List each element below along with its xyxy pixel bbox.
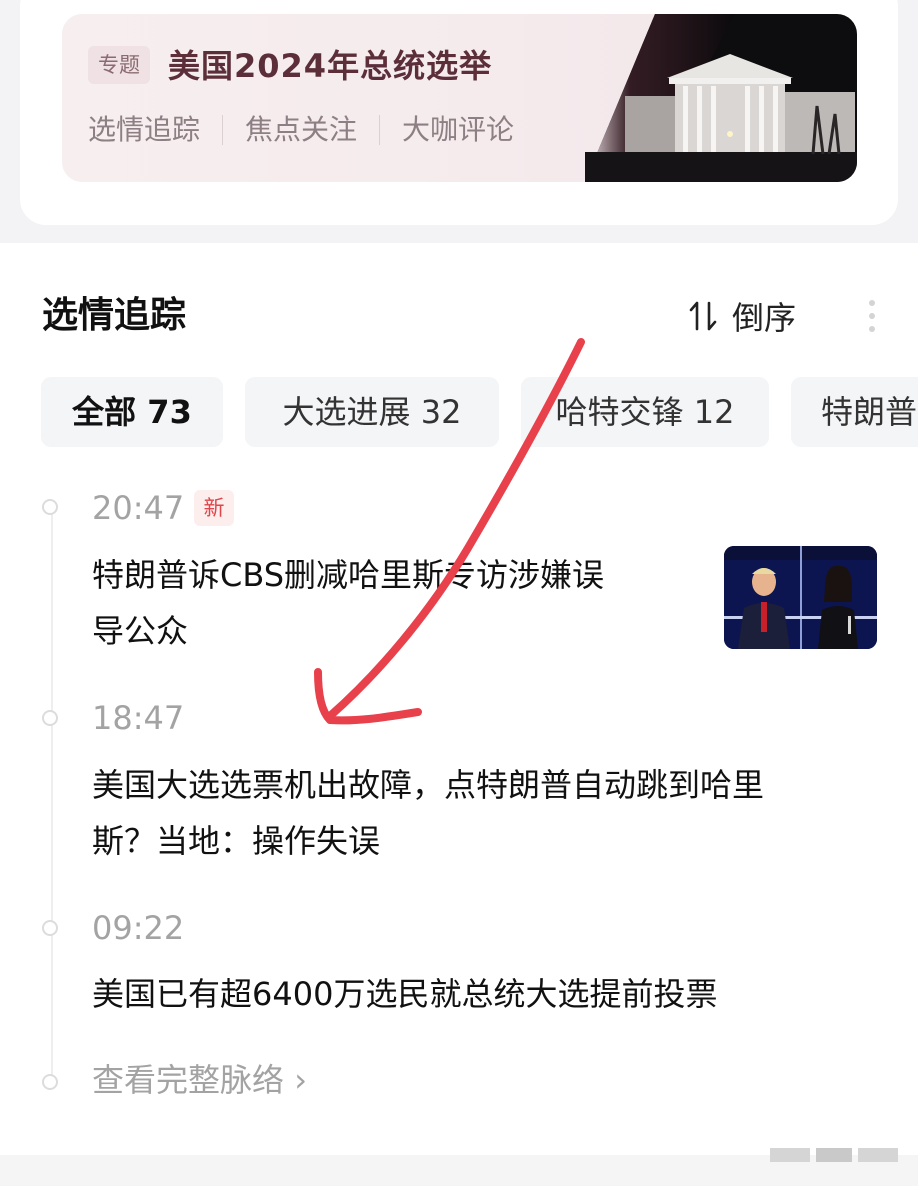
timeline-dot [42, 920, 58, 936]
divider [222, 115, 224, 145]
timeline-time: 18:47 [92, 699, 185, 737]
timeline-headline-continued[interactable]: 斯？当地：操作失误 [92, 812, 380, 870]
filter-tab-all[interactable]: 全部 73 [41, 377, 223, 447]
timeline-dot [42, 1074, 58, 1090]
section-title: 选情追踪 [42, 295, 187, 336]
view-full-timeline-label: 查看完整脉络 [92, 1061, 285, 1099]
timeline-dot [42, 499, 58, 515]
timeline-dot [42, 710, 58, 726]
timeline-time: 20:47 [92, 489, 185, 527]
timeline-headline[interactable]: 美国已有超6400万选民就总统大选提前投票 [92, 965, 717, 1023]
topic-banner[interactable]: 专题 美国2024年总统选举 选情追踪 焦点关注 大咖评论 [62, 14, 857, 182]
sort-toggle-button[interactable]: 倒序 [688, 292, 796, 340]
sort-label: 倒序 [732, 299, 797, 337]
topic-link-focus[interactable]: 焦点关注 [245, 110, 357, 150]
white-house-photo [585, 14, 857, 182]
sort-icon [689, 301, 717, 331]
topic-tag: 专题 [88, 46, 150, 84]
new-badge: 新 [194, 490, 234, 526]
topic-link-commentary[interactable]: 大咖评论 [402, 110, 514, 150]
filter-tab-progress[interactable]: 大选进展 32 [245, 377, 499, 447]
filter-tab-trump[interactable]: 特朗普 [791, 377, 918, 447]
divider [379, 115, 381, 145]
debate-thumbnail[interactable] [724, 546, 877, 649]
watermark-icon [770, 1148, 898, 1162]
timeline-headline[interactable]: 美国大选选票机出故障，点特朗普自动跳到哈里 [92, 756, 764, 814]
topic-links: 选情追踪 焦点关注 大咖评论 [88, 110, 514, 150]
filter-tab-debate[interactable]: 哈特交锋 12 [521, 377, 769, 447]
timeline-headline[interactable]: 特朗普诉CBS删减哈里斯专访涉嫌误 [92, 546, 604, 604]
view-full-timeline-link[interactable]: 查看完整脉络 › [92, 1058, 307, 1102]
timeline-line [51, 507, 53, 1083]
topic-title: 美国2024年总统选举 [168, 47, 493, 85]
timeline-headline-continued[interactable]: 导公众 [92, 602, 188, 660]
topic-link-tracking[interactable]: 选情追踪 [88, 110, 200, 150]
timeline-time: 09:22 [92, 909, 185, 947]
more-options-icon[interactable] [862, 298, 882, 334]
chevron-right-icon: › [294, 1061, 307, 1099]
